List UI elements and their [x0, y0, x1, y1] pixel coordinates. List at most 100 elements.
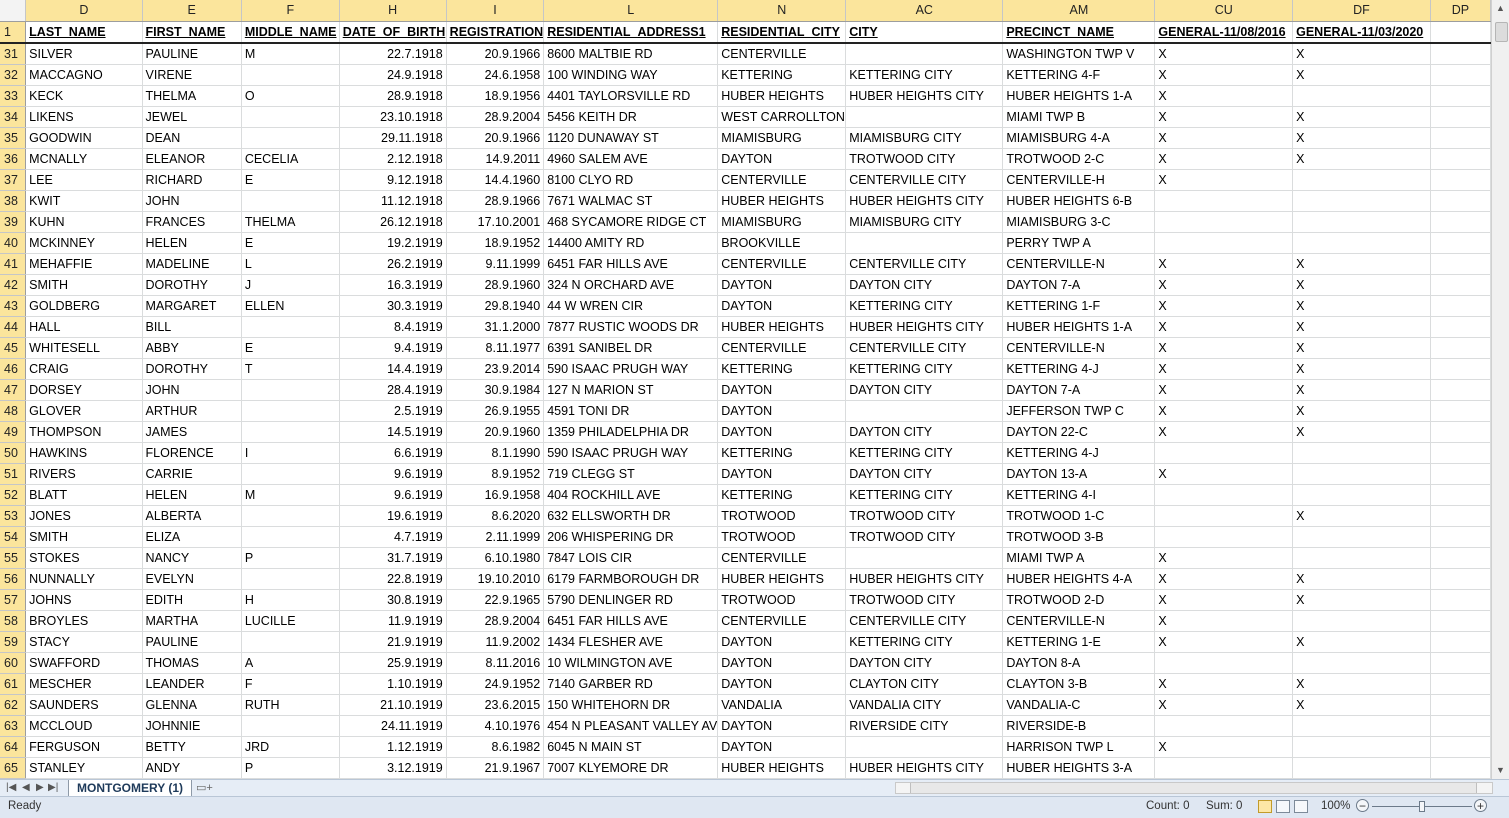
table-cell[interactable]: WHITESELL — [25, 337, 143, 359]
table-cell[interactable]: 5456 KEITH DR — [543, 106, 719, 128]
table-cell[interactable]: CENTERVILLE — [717, 169, 847, 191]
table-cell[interactable]: LEE — [25, 169, 143, 191]
table-cell[interactable]: MADELINE — [142, 253, 242, 275]
table-cell[interactable]: TROTWOOD — [717, 589, 847, 611]
row-header[interactable]: 35 — [0, 127, 27, 149]
table-cell[interactable]: DAYTON — [717, 421, 847, 443]
table-cell[interactable]: NUNNALLY — [25, 568, 143, 590]
table-cell[interactable]: TROTWOOD 1-C — [1002, 505, 1156, 527]
row-header[interactable]: 64 — [0, 736, 27, 758]
last-sheet-icon[interactable]: ▶| — [48, 780, 58, 796]
table-cell[interactable] — [1154, 442, 1294, 464]
table-cell[interactable]: X — [1292, 64, 1431, 86]
table-cell[interactable]: THELMA — [142, 85, 242, 107]
table-cell[interactable]: X — [1292, 295, 1431, 317]
table-cell[interactable] — [1430, 673, 1491, 695]
table-cell[interactable] — [1430, 589, 1491, 611]
table-cell[interactable]: 4.7.1919 — [339, 526, 447, 548]
table-cell[interactable]: EDITH — [142, 589, 242, 611]
table-cell[interactable]: 404 ROCKHILL AVE — [543, 484, 719, 506]
table-cell[interactable]: HELEN — [142, 232, 242, 254]
table-cell[interactable]: DAYTON — [717, 673, 847, 695]
table-cell[interactable]: 9.11.1999 — [446, 253, 545, 275]
table-cell[interactable]: X — [1292, 694, 1431, 716]
table-cell[interactable]: DAYTON 7-A — [1002, 274, 1156, 296]
table-cell[interactable] — [241, 526, 340, 548]
table-cell[interactable]: 22.8.1919 — [339, 568, 447, 590]
table-cell[interactable]: CENTERVILLE — [717, 610, 847, 632]
table-cell[interactable]: X — [1154, 106, 1294, 128]
table-cell[interactable]: X — [1154, 316, 1294, 338]
table-cell[interactable]: 28.9.2004 — [446, 106, 545, 128]
table-cell[interactable]: 14400 AMITY RD — [543, 232, 719, 254]
scroll-down-icon[interactable]: ▼ — [1494, 764, 1507, 777]
table-cell[interactable] — [1154, 715, 1294, 737]
table-cell[interactable]: 6.10.1980 — [446, 547, 545, 569]
table-cell[interactable]: X — [1292, 274, 1431, 296]
table-cell[interactable]: 11.9.1919 — [339, 610, 447, 632]
table-cell[interactable]: KETTERING 1-F — [1002, 295, 1156, 317]
table-cell[interactable]: DAYTON — [717, 148, 847, 170]
table-cell[interactable] — [241, 106, 340, 128]
table-cell[interactable] — [1154, 232, 1294, 254]
column-header[interactable]: N — [717, 0, 847, 22]
table-cell[interactable]: 7847 LOIS CIR — [543, 547, 719, 569]
table-cell[interactable]: THELMA — [241, 211, 340, 233]
table-cell[interactable]: 1.10.1919 — [339, 673, 447, 695]
row-header[interactable]: 54 — [0, 526, 27, 548]
table-cell[interactable]: KUHN — [25, 211, 143, 233]
table-cell[interactable]: E — [241, 337, 340, 359]
row-header[interactable]: 58 — [0, 610, 27, 632]
row-header[interactable]: 62 — [0, 694, 27, 716]
table-cell[interactable]: X — [1154, 337, 1294, 359]
table-cell[interactable]: HUBER HEIGHTS 1-A — [1002, 85, 1156, 107]
table-cell[interactable]: VIRENE — [142, 64, 242, 86]
table-cell[interactable]: DAYTON — [717, 463, 847, 485]
table-cell[interactable] — [1154, 526, 1294, 548]
row-header[interactable]: 42 — [0, 274, 27, 296]
table-cell[interactable]: 11.12.1918 — [339, 190, 447, 212]
table-cell[interactable]: 6.6.1919 — [339, 442, 447, 464]
row-header[interactable]: 52 — [0, 484, 27, 506]
table-cell[interactable]: BROOKVILLE — [717, 232, 847, 254]
table-cell[interactable]: MCKINNEY — [25, 232, 143, 254]
table-cell[interactable]: SMITH — [25, 526, 143, 548]
table-cell[interactable]: CENTERVILLE CITY — [845, 610, 1004, 632]
column-header[interactable]: DP — [1430, 0, 1491, 22]
row-header[interactable]: 44 — [0, 316, 27, 338]
table-cell[interactable]: HUBER HEIGHTS 4-A — [1002, 568, 1156, 590]
table-cell[interactable]: P — [241, 547, 340, 569]
table-cell[interactable]: BETTY — [142, 736, 242, 758]
table-cell[interactable]: KETTERING 4-I — [1002, 484, 1156, 506]
table-cell[interactable]: STACY — [25, 631, 143, 653]
table-cell[interactable]: DOROTHY — [142, 358, 242, 380]
table-cell[interactable] — [1430, 106, 1491, 128]
table-cell[interactable] — [1154, 652, 1294, 674]
table-cell[interactable]: KECK — [25, 85, 143, 107]
table-cell[interactable]: X — [1154, 295, 1294, 317]
table-cell[interactable]: 28.9.1918 — [339, 85, 447, 107]
table-cell[interactable]: 16.9.1958 — [446, 484, 545, 506]
table-cell[interactable]: DAYTON CITY — [845, 463, 1004, 485]
table-cell[interactable]: ARTHUR — [142, 400, 242, 422]
table-cell[interactable]: RUTH — [241, 694, 340, 716]
table-cell[interactable]: X — [1154, 253, 1294, 275]
table-cell[interactable] — [1430, 736, 1491, 758]
table-cell[interactable]: 632 ELLSWORTH DR — [543, 505, 719, 527]
table-cell[interactable]: X — [1292, 505, 1431, 527]
table-cell[interactable]: VANDALIA CITY — [845, 694, 1004, 716]
page-break-view-icon[interactable] — [1294, 800, 1308, 813]
table-cell[interactable]: 14.5.1919 — [339, 421, 447, 443]
zoom-slider-thumb[interactable] — [1419, 801, 1425, 812]
row-header[interactable]: 32 — [0, 64, 27, 86]
table-cell[interactable]: KETTERING CITY — [845, 631, 1004, 653]
row-header[interactable]: 61 — [0, 673, 27, 695]
table-cell[interactable]: A — [241, 652, 340, 674]
table-cell[interactable]: X — [1292, 673, 1431, 695]
table-cell[interactable]: KETTERING CITY — [845, 64, 1004, 86]
table-cell[interactable] — [1292, 757, 1431, 779]
table-cell[interactable]: 28.9.2004 — [446, 610, 545, 632]
table-cell[interactable]: MCNALLY — [25, 148, 143, 170]
table-cell[interactable]: KETTERING CITY — [845, 484, 1004, 506]
table-cell[interactable]: X — [1292, 253, 1431, 275]
